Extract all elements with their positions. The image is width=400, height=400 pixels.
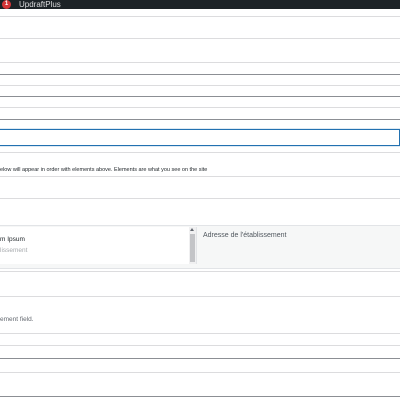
field-description: ement field.	[0, 316, 34, 323]
scroll-up-arrow-icon[interactable]	[190, 228, 194, 231]
row-divider	[0, 345, 400, 346]
row-divider	[0, 85, 400, 86]
address-field-label: Adresse de l'établissement	[203, 232, 287, 239]
row-divider	[0, 38, 400, 39]
scroll-thumb[interactable]	[190, 234, 195, 262]
notification-badge[interactable]: 1	[2, 0, 11, 9]
list-item-title[interactable]: m Ipsum	[0, 236, 25, 243]
row-divider	[0, 296, 400, 297]
input-border	[0, 396, 400, 397]
row-divider	[0, 271, 400, 272]
focused-text-input[interactable]	[0, 129, 400, 146]
row-divider	[0, 152, 400, 153]
list-scrollbar[interactable]	[189, 227, 196, 264]
elements-order-notice: elow will appear in order with elements …	[0, 167, 208, 173]
row-divider	[0, 62, 400, 63]
row-divider	[0, 333, 400, 334]
admin-bar: 1 UpdraftPlus	[0, 0, 400, 9]
row-divider	[0, 198, 400, 199]
input-border	[0, 96, 400, 97]
input-border	[0, 74, 400, 75]
row-divider	[0, 107, 400, 108]
updraftplus-menu-item[interactable]: UpdraftPlus	[19, 0, 61, 9]
list-item-subtitle: lissement	[0, 247, 28, 254]
row-divider	[0, 176, 400, 177]
input-border	[0, 119, 400, 120]
row-divider	[0, 16, 400, 17]
row-divider	[0, 372, 400, 373]
input-border	[0, 358, 400, 359]
elements-list[interactable]: m Ipsum lissement	[0, 227, 197, 264]
